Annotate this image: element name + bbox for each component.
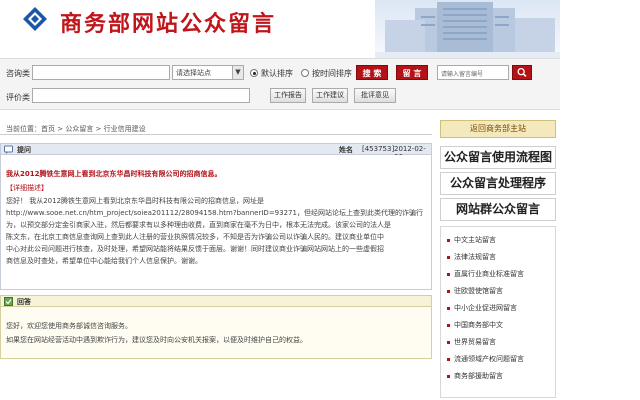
question-line: 您好！ 我从2012腾铁生意网上看到北京东华昌时科技有限公司的招商信息，网址是: [6, 197, 265, 205]
bullet-icon: [447, 272, 450, 276]
building-skyline-image: [375, 0, 560, 58]
sidebar-link[interactable]: 法律法规留言: [447, 252, 496, 262]
search-button[interactable]: 搜 索: [356, 65, 388, 80]
header-banner: 商务部网站公众留言: [0, 0, 560, 58]
sidebar-link[interactable]: 驻欧盟使馆留言: [447, 286, 503, 296]
sidebar-link-label: 法律法规留言: [454, 253, 496, 261]
answer-header: 回答: [0, 295, 432, 307]
question-line: 中心对此公司问题进行核查，及时处理，希望网站能将结果反馈于面层。谢谢！同时建议商…: [6, 245, 384, 253]
message-id-input[interactable]: 请输入留言编号: [437, 65, 509, 80]
site-group-banner-link[interactable]: 网站群公众留言: [440, 198, 556, 221]
post-message-button[interactable]: 留 言: [396, 65, 428, 80]
radio-time-label: 按时间排序: [312, 69, 352, 78]
bullet-icon: [447, 357, 450, 361]
question-line: 商信息及时查处，希望单位中心能给我们个人信息保护。谢谢。: [6, 257, 202, 265]
question-line: 陈文东，在北京工商信息查询网上查到此人注册的营业执照情况较多，不知是否为诈骗公司…: [6, 233, 384, 241]
bullet-icon: [447, 255, 450, 259]
detail-tag: 【详细描述】: [6, 184, 48, 192]
question-line: http://www.sooe.net.cn/htm_project/soiea…: [6, 209, 423, 217]
radio-time-sort[interactable]: [301, 69, 309, 77]
back-to-main-site-button[interactable]: 返回商务部主站: [440, 120, 556, 138]
name-label: 姓名: [339, 146, 353, 154]
sidebar-link-label: 中小企业促进网留言: [454, 304, 517, 312]
search-icon: [517, 67, 527, 77]
bullet-icon: [447, 323, 450, 327]
label-review: 评价类: [6, 93, 30, 102]
sidebar-link-label: 驻欧盟使馆留言: [454, 287, 503, 295]
answer-body: [0, 307, 432, 359]
bullet-icon: [447, 306, 450, 310]
question-header: 提问 姓名 [453753] 2012-02-06: [0, 143, 432, 161]
answer-label: 回答: [17, 298, 31, 306]
sidebar-link-label: 世界贸易留言: [454, 338, 496, 346]
message-icon: [4, 145, 13, 154]
sidebar-link-label: 中国商务部中文: [454, 321, 503, 329]
page: 商务部网站公众留言 咨询类 请选择站点 ▼ 默认排序 按时间排序 搜 索 留 言…: [0, 0, 640, 400]
sidebar-link-label: 商务部援助留言: [454, 372, 503, 380]
answer-line: 如果您在网站经营活动中遇到欺诈行为，建议您及时向公安机关报案，以便及时维护自己的…: [6, 336, 307, 344]
sidebar-link[interactable]: 中国商务部中文: [447, 320, 503, 330]
bullet-icon: [447, 238, 450, 242]
site-select[interactable]: 请选择站点 ▼: [172, 65, 244, 80]
question-label: 提问: [17, 146, 31, 154]
review-keyword-input[interactable]: [32, 88, 250, 103]
divider: [0, 134, 432, 135]
bullet-icon: [447, 289, 450, 293]
bullet-icon: [447, 374, 450, 378]
consult-keyword-input[interactable]: [32, 65, 170, 80]
bullet-icon: [447, 340, 450, 344]
right-sidebar: 返回商务部主站 公众留言使用流程图 公众留言处理程序 网站群公众留言 中文主站留…: [440, 118, 556, 400]
link-list: 中文主站留言 法律法规留言 直属行业商业标准留言 驻欧盟使馆留言 中小企业促进网…: [440, 226, 556, 398]
flowchart-banner-link[interactable]: 公众留言使用流程图: [440, 146, 556, 169]
radio-default-label: 默认排序: [261, 69, 293, 78]
message-title: 我从2012腾铁生意网上看到北京东华昌时科技有限公司的招商信息。: [6, 170, 222, 178]
work-report-button[interactable]: 工作报告: [270, 88, 306, 103]
procedure-banner-link[interactable]: 公众留言处理程序: [440, 172, 556, 195]
label-consult: 咨询类: [6, 69, 30, 78]
id-search-button[interactable]: [512, 65, 532, 80]
sidebar-link[interactable]: 中文主站留言: [447, 235, 496, 245]
radio-default-sort[interactable]: [250, 69, 258, 77]
sidebar-link[interactable]: 流通领域产权问题留言: [447, 354, 524, 364]
sidebar-link[interactable]: 中小企业促进网留言: [447, 303, 517, 313]
chevron-down-icon: ▼: [232, 66, 243, 79]
question-line: 为，以预交部分定金引商家入驻，然后都要求有以多种理由收费，直到商家在毫不为日中，…: [6, 221, 391, 229]
search-panel: 咨询类 请选择站点 ▼ 默认排序 按时间排序 搜 索 留 言 请输入留言编号 评…: [0, 58, 560, 110]
answer-line: 您好，欢迎您使用商务部诚信咨询服务。: [6, 322, 132, 330]
message-id: [453753]: [362, 145, 395, 153]
sidebar-link-label: 直属行业商业标准留言: [454, 270, 524, 278]
sidebar-link[interactable]: 商务部援助留言: [447, 371, 503, 381]
reply-icon: [4, 297, 13, 306]
criticism-button[interactable]: 批评意见: [354, 88, 396, 103]
sidebar-link-label: 中文主站留言: [454, 236, 496, 244]
breadcrumb: 当前位置：首页 > 公众留言 > 行业信用建设: [6, 125, 146, 133]
sidebar-link[interactable]: 世界贸易留言: [447, 337, 496, 347]
sidebar-link[interactable]: 直属行业商业标准留言: [447, 269, 524, 279]
work-suggest-button[interactable]: 工作建议: [312, 88, 348, 103]
site-select-value: 请选择站点: [176, 69, 211, 77]
mofcom-logo-icon: [23, 7, 47, 31]
sidebar-link-label: 流通领域产权问题留言: [454, 355, 524, 363]
site-title: 商务部网站公众留言: [60, 11, 277, 37]
